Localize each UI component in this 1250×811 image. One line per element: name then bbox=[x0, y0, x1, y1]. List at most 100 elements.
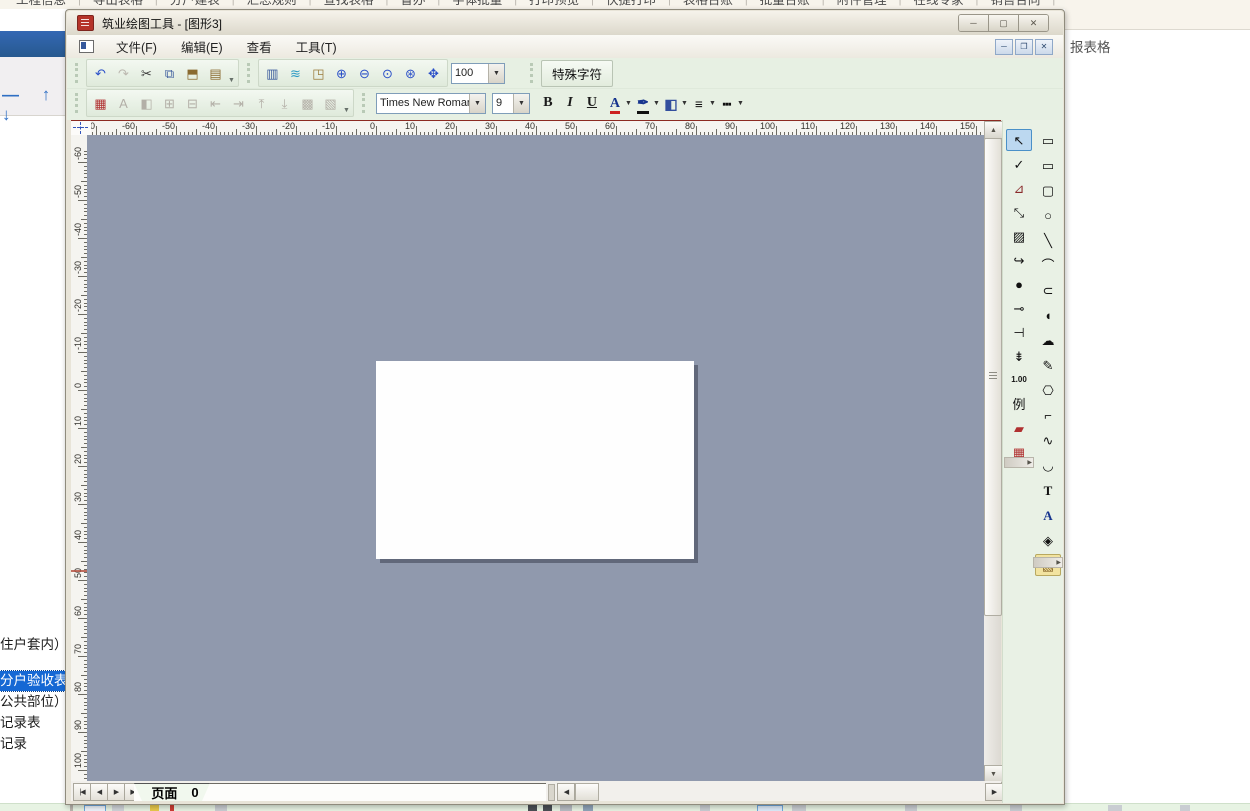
font-name-dropdown-arrow[interactable]: ▼ bbox=[469, 94, 485, 113]
rotate-view-icon[interactable]: ◳ bbox=[307, 63, 330, 84]
menu-item[interactable]: 查看 bbox=[235, 35, 284, 58]
square-tool[interactable]: ▭ bbox=[1035, 154, 1061, 176]
drawing-page[interactable] bbox=[376, 361, 694, 559]
break-line-tool[interactable]: ⊣ bbox=[1006, 321, 1032, 343]
zoom-selection-icon[interactable]: ⊛ bbox=[399, 63, 422, 84]
next-page-button[interactable]: ▶ bbox=[107, 783, 125, 801]
split-cells-icon[interactable]: ⊟ bbox=[181, 93, 204, 114]
closed-polyline-tool[interactable]: ⎔ bbox=[1035, 379, 1061, 401]
reorder-arrows[interactable]: — ↑ ↓ bbox=[0, 85, 67, 125]
parent-menu-item[interactable]: 在线专家 bbox=[902, 0, 976, 8]
text-tool[interactable]: T bbox=[1035, 479, 1061, 501]
scroll-left-button[interactable]: ◀ bbox=[557, 783, 575, 801]
insert-left-icon[interactable]: ⇤ bbox=[204, 93, 227, 114]
toolbar-overflow-chevron[interactable]: ▼ bbox=[343, 107, 350, 114]
font-size-dropdown-arrow[interactable]: ▼ bbox=[513, 94, 529, 113]
line-width-button-dropdown[interactable]: ▼ bbox=[709, 100, 717, 107]
rectangle-tool[interactable]: ▭ bbox=[1035, 129, 1061, 151]
font-name-combobox[interactable]: Times New Roman ▼ bbox=[376, 93, 486, 114]
table-properties-icon[interactable]: ▧ bbox=[319, 93, 342, 114]
pen-tool[interactable]: ✎ bbox=[1035, 354, 1061, 376]
tree-item[interactable]: 公共部位） bbox=[0, 692, 65, 712]
rotated-text-tool[interactable]: ◈ bbox=[1035, 529, 1061, 551]
pie-tool[interactable]: ◖ bbox=[1035, 304, 1061, 326]
scale-tool[interactable]: 1.00 bbox=[1006, 369, 1032, 391]
parent-menu-item[interactable]: 快捷打印 bbox=[594, 0, 668, 8]
toolbar-grip[interactable] bbox=[530, 63, 536, 83]
zoom-in-icon[interactable]: ⊕ bbox=[330, 63, 353, 84]
paste-icon[interactable]: ⬒ bbox=[181, 63, 204, 84]
parent-menu-item[interactable]: 分户建表 bbox=[158, 0, 232, 8]
child-close-button[interactable]: ✕ bbox=[1035, 39, 1053, 55]
insert-above-icon[interactable]: ⤒ bbox=[250, 93, 273, 114]
line-color-button[interactable]: ✒ bbox=[633, 93, 653, 114]
parent-menu-item[interactable]: 打印预览 bbox=[517, 0, 591, 8]
zoom-dropdown-arrow[interactable]: ▼ bbox=[488, 64, 504, 83]
redo-icon[interactable]: ↷ bbox=[112, 63, 135, 84]
vertical-scrollbar[interactable]: ▲ ▼ bbox=[984, 121, 1001, 781]
copy-icon[interactable]: ⧉ bbox=[158, 63, 181, 84]
zoom-out-icon[interactable]: ⊖ bbox=[353, 63, 376, 84]
cut-icon[interactable]: ✂ bbox=[135, 63, 158, 84]
tree-item[interactable]: 记录表 bbox=[0, 713, 65, 733]
parent-menu-item[interactable]: 工程信息 bbox=[4, 0, 78, 8]
toolbar-grip[interactable] bbox=[362, 93, 368, 113]
page-tab[interactable]: 页面 0 bbox=[134, 783, 210, 801]
insert-below-icon[interactable]: ⤓ bbox=[273, 93, 296, 114]
zoom-actual-icon[interactable]: ⊙ bbox=[376, 63, 399, 84]
insert-table-icon[interactable]: ▦ bbox=[89, 93, 112, 114]
maximize-button[interactable]: ▢ bbox=[989, 15, 1019, 31]
scroll-up-button[interactable]: ▲ bbox=[984, 121, 1003, 139]
menu-item[interactable]: 文件(F) bbox=[104, 35, 169, 58]
parent-menu-item[interactable]: 批量台账 bbox=[748, 0, 822, 8]
closed-curve-tool[interactable]: ◡ bbox=[1035, 454, 1061, 476]
zoom-combobox[interactable]: 100 ▼ bbox=[451, 63, 505, 84]
undo-icon[interactable]: ↶ bbox=[89, 63, 112, 84]
palette-left-scroll[interactable]: ▶ bbox=[1004, 457, 1034, 468]
parent-menu-item[interactable]: 附件管理 bbox=[825, 0, 899, 8]
line-width-button[interactable]: ≡ bbox=[689, 93, 709, 114]
arc-tool[interactable]: ⌒ bbox=[1035, 254, 1061, 276]
parent-menu-item[interactable]: 查找表格 bbox=[312, 0, 386, 8]
select-tool[interactable]: ↖ bbox=[1006, 129, 1032, 151]
parent-menu-item[interactable]: 字体批量 bbox=[440, 0, 514, 8]
toolbar-grip[interactable] bbox=[75, 93, 81, 113]
fill-color-button[interactable]: ◧ bbox=[661, 93, 681, 114]
scroll-right-button[interactable]: ▶ bbox=[985, 783, 1003, 801]
merge-cells-icon[interactable]: ⊞ bbox=[158, 93, 181, 114]
legend-tool[interactable]: 例 bbox=[1006, 393, 1032, 415]
parent-menu-item[interactable]: 督办 bbox=[388, 0, 437, 8]
open-curve-tool[interactable]: ⊂ bbox=[1035, 279, 1061, 301]
layers-icon[interactable]: ≋ bbox=[284, 63, 307, 84]
font-size-combobox[interactable]: 9 ▼ bbox=[492, 93, 530, 114]
region-fill-tool[interactable]: ▰ bbox=[1006, 417, 1032, 439]
blob-tool[interactable]: ☁ bbox=[1035, 329, 1061, 351]
hatch-tool[interactable]: ▨ bbox=[1006, 225, 1032, 247]
line-style-button-dropdown[interactable]: ▼ bbox=[737, 100, 745, 107]
child-window-icon[interactable] bbox=[79, 40, 94, 53]
line-style-button[interactable]: ┅ bbox=[717, 93, 737, 114]
tree-item-selected[interactable]: 分户验收表 bbox=[0, 671, 65, 691]
hook-curve-tool[interactable]: ↪ bbox=[1006, 249, 1032, 271]
tree-item[interactable]: 住户套内） bbox=[0, 635, 65, 655]
font-color-button[interactable]: A bbox=[605, 93, 625, 114]
child-minimize-button[interactable]: ─ bbox=[995, 39, 1013, 55]
offset-tool[interactable]: ⇟ bbox=[1006, 345, 1032, 367]
dimension-tool[interactable]: ⊿ bbox=[1006, 177, 1032, 199]
child-restore-button[interactable]: ❐ bbox=[1015, 39, 1033, 55]
parent-menu-item[interactable]: 汇总规则 bbox=[235, 0, 309, 8]
first-page-button[interactable]: |◀ bbox=[73, 783, 91, 801]
menu-item[interactable]: 工具(T) bbox=[284, 35, 349, 58]
fill-color-button-dropdown[interactable]: ▼ bbox=[681, 100, 689, 107]
drawing-canvas[interactable] bbox=[87, 135, 984, 781]
pan-icon[interactable]: ✥ bbox=[422, 63, 445, 84]
node-edit-tool[interactable]: ✓ bbox=[1006, 153, 1032, 175]
circle-tool[interactable]: ○ bbox=[1035, 204, 1061, 226]
horizontal-scroll-thumb[interactable] bbox=[575, 783, 599, 801]
line-color-button-dropdown[interactable]: ▼ bbox=[653, 100, 661, 107]
special-characters-button[interactable]: 特殊字符 bbox=[541, 60, 613, 87]
line-tool[interactable]: ╲ bbox=[1035, 229, 1061, 251]
measure-tool[interactable]: ⤡ bbox=[1006, 201, 1032, 223]
font-color-button-dropdown[interactable]: ▼ bbox=[625, 100, 633, 107]
close-button[interactable]: ✕ bbox=[1019, 15, 1048, 31]
